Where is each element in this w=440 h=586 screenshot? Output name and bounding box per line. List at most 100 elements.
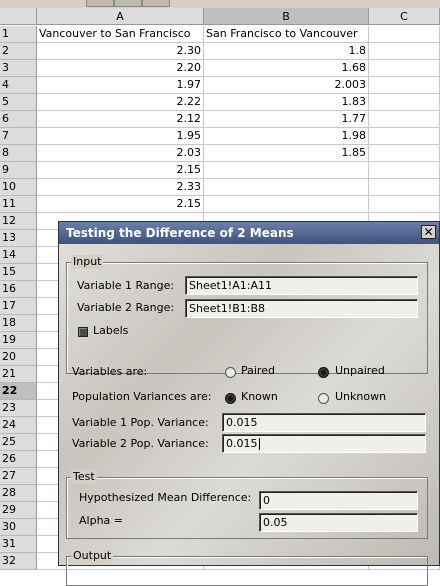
input-group: Input Variable 1 Range: Sheet1!A1:A11 Va… (66, 255, 428, 374)
hyp-mean-diff-input[interactable]: 0 (259, 491, 418, 510)
row-header[interactable]: 28 (0, 485, 37, 502)
cell[interactable]: 1.97 (37, 77, 204, 94)
cell[interactable] (204, 196, 369, 213)
row-header[interactable]: 1 (0, 26, 37, 43)
cell[interactable]: 1.68 (204, 60, 369, 77)
input-legend: Input (71, 255, 104, 269)
cell[interactable] (369, 128, 440, 145)
row-header[interactable]: 14 (0, 247, 37, 264)
row-header[interactable]: 8 (0, 145, 37, 162)
paired-radio[interactable] (225, 367, 236, 378)
cell[interactable]: 2.12 (37, 111, 204, 128)
row-header[interactable]: 7 (0, 128, 37, 145)
cell[interactable] (369, 145, 440, 162)
row-header[interactable]: 13 (0, 230, 37, 247)
row-header[interactable]: 3 (0, 60, 37, 77)
cell[interactable]: San Francisco to Vancouver (204, 26, 369, 43)
var2-pop-variance-label: Variable 2 Pop. Variance: (72, 437, 209, 450)
row-header[interactable]: 16 (0, 281, 37, 298)
cell[interactable] (369, 179, 440, 196)
var1-pop-variance-label: Variable 1 Pop. Variance: (72, 416, 209, 429)
cell[interactable]: Vancouver to San Francisco (37, 26, 204, 43)
row-header[interactable]: 23 (0, 400, 37, 417)
var1-range-input[interactable]: Sheet1!A1:A11 (185, 276, 418, 295)
row-header[interactable]: 22 (0, 383, 37, 400)
cell[interactable] (369, 77, 440, 94)
row-header[interactable]: 10 (0, 179, 37, 196)
cell[interactable]: 1.83 (204, 94, 369, 111)
row-header[interactable]: 5 (0, 94, 37, 111)
output-legend: Output (71, 549, 114, 563)
dialog-title: Testing the Difference of 2 Means (66, 226, 294, 240)
column-header-a[interactable]: A (37, 8, 204, 25)
cell[interactable] (369, 162, 440, 179)
sheet-tab[interactable] (86, 0, 114, 7)
alpha-input[interactable]: 0.05 (259, 513, 418, 532)
cell[interactable] (369, 111, 440, 128)
row-header[interactable]: 31 (0, 536, 37, 553)
sheet-tab[interactable] (142, 0, 170, 7)
cell[interactable]: 1.85 (204, 145, 369, 162)
sheet-tab[interactable] (114, 0, 142, 7)
column-header-b[interactable]: B (204, 8, 369, 25)
row-header[interactable]: 4 (0, 77, 37, 94)
unknown-radio[interactable] (318, 393, 329, 404)
row-header[interactable]: 12 (0, 213, 37, 230)
var2-pop-variance-input[interactable]: 0.015 (222, 434, 426, 453)
row-header[interactable]: 24 (0, 417, 37, 434)
cell[interactable]: 2.30 (37, 43, 204, 60)
cell[interactable]: 2.20 (37, 60, 204, 77)
row-header[interactable]: 9 (0, 162, 37, 179)
labels-label[interactable]: Labels (93, 323, 128, 339)
row-header[interactable]: 25 (0, 434, 37, 451)
paired-label[interactable]: Paired (241, 363, 275, 379)
unknown-label[interactable]: Unknown (335, 389, 386, 405)
cell[interactable]: 2.15 (37, 196, 204, 213)
row-header[interactable]: 30 (0, 519, 37, 536)
known-label[interactable]: Known (241, 389, 278, 405)
hyp-mean-diff-label: Hypothesized Mean Difference: (79, 491, 252, 504)
column-header-c[interactable]: C (369, 8, 440, 25)
cell[interactable] (204, 162, 369, 179)
row-header[interactable]: 27 (0, 468, 37, 485)
known-radio[interactable] (225, 393, 236, 404)
variables-are-label: Variables are: (72, 365, 148, 378)
cell[interactable]: 1.95 (37, 128, 204, 145)
close-button[interactable]: ✕ (421, 225, 436, 239)
row-header[interactable]: 17 (0, 298, 37, 315)
cell[interactable] (369, 26, 440, 43)
var2-range-label: Variable 2 Range: (77, 301, 175, 314)
cell[interactable]: 2.15 (37, 162, 204, 179)
dialog-titlebar[interactable]: Testing the Difference of 2 Means ✕ (59, 222, 439, 244)
cell[interactable]: 2.03 (37, 145, 204, 162)
row-header[interactable]: 29 (0, 502, 37, 519)
cell[interactable] (369, 60, 440, 77)
cell[interactable]: 2.33 (37, 179, 204, 196)
unpaired-radio[interactable] (318, 367, 329, 378)
row-header[interactable]: 6 (0, 111, 37, 128)
cell[interactable]: 2.003 (204, 77, 369, 94)
cell[interactable] (204, 179, 369, 196)
select-all-corner[interactable] (0, 8, 37, 25)
cell[interactable] (369, 43, 440, 60)
cell[interactable]: 1.77 (204, 111, 369, 128)
var2-range-input[interactable]: Sheet1!B1:B8 (185, 299, 418, 318)
labels-checkbox[interactable] (78, 327, 88, 337)
row-header[interactable]: 2 (0, 43, 37, 60)
pop-variances-label: Population Variances are: (72, 390, 212, 403)
var1-pop-variance-input[interactable]: 0.015 (222, 413, 426, 432)
cell[interactable]: 1.98 (204, 128, 369, 145)
row-header[interactable]: 21 (0, 366, 37, 383)
cell[interactable]: 2.22 (37, 94, 204, 111)
row-header[interactable]: 19 (0, 332, 37, 349)
row-header[interactable]: 26 (0, 451, 37, 468)
cell[interactable] (369, 196, 440, 213)
row-header[interactable]: 15 (0, 264, 37, 281)
cell[interactable]: 1.8 (204, 43, 369, 60)
row-header[interactable]: 20 (0, 349, 37, 366)
cell[interactable] (369, 94, 440, 111)
row-header[interactable]: 18 (0, 315, 37, 332)
row-header[interactable]: 32 (0, 553, 37, 570)
unpaired-label[interactable]: Unpaired (335, 363, 385, 379)
row-header[interactable]: 11 (0, 196, 37, 213)
